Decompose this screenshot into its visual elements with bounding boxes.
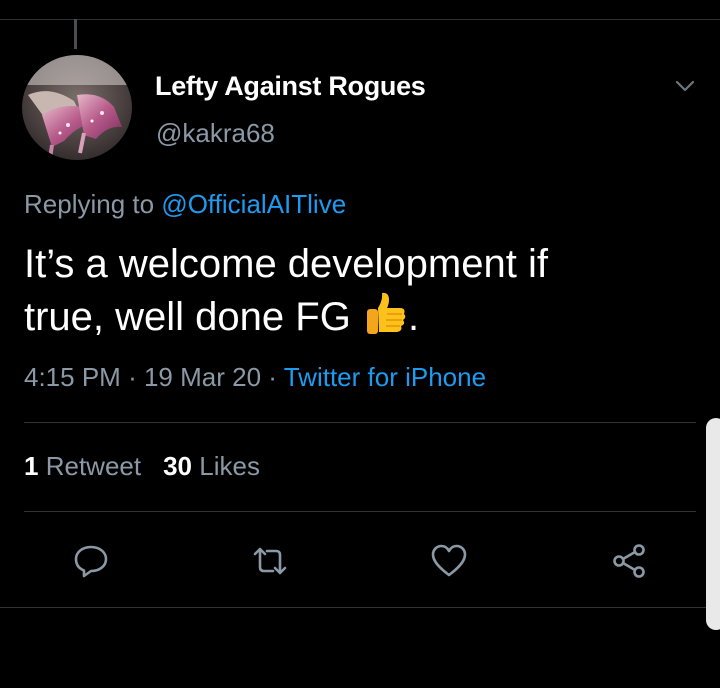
retweet-label: Retweet	[45, 451, 142, 481]
tweet-date[interactable]: 19 Mar 20	[144, 362, 261, 392]
scrollbar-thumb[interactable]	[706, 418, 720, 630]
likes-stat[interactable]: 30 Likes	[163, 451, 260, 481]
tweet-text-segment: true, well done FG	[24, 295, 351, 339]
share-icon	[613, 544, 645, 578]
retweet-count: 1	[24, 451, 39, 481]
avatar-image	[22, 55, 132, 160]
engagement-stats: 1 Retweet 30 Likes	[24, 451, 260, 482]
tweet-text: It’s a welcome development if true, well…	[24, 238, 684, 343]
divider	[0, 607, 720, 608]
thread-connector-line	[74, 19, 77, 49]
reply-button[interactable]	[71, 541, 111, 581]
like-button[interactable]	[429, 541, 469, 581]
top-divider	[0, 19, 720, 20]
author-display-name[interactable]: Lefty Against Rogues	[155, 71, 426, 102]
heart-icon	[431, 544, 467, 577]
reply-icon	[74, 545, 108, 578]
tweet-metadata: 4:15 PM · 19 Mar 20 · Twitter for iPhone	[24, 362, 486, 393]
author-handle[interactable]: @kakra68	[156, 118, 275, 149]
thumbs-up-icon	[366, 292, 406, 334]
retweets-stat[interactable]: 1 Retweet	[24, 451, 141, 481]
tweet-time[interactable]: 4:15 PM	[24, 362, 121, 392]
divider	[24, 422, 696, 423]
chevron-down-icon	[675, 80, 695, 92]
tweet-text-line: It’s a welcome development if	[24, 242, 548, 286]
like-label: Likes	[199, 451, 260, 481]
replying-to-mention[interactable]: @OfficialAITlive	[161, 189, 346, 219]
retweet-icon	[253, 547, 287, 575]
like-count: 30	[163, 451, 193, 481]
meta-separator: ·	[128, 362, 137, 392]
tweet-text-punctuation: .	[407, 295, 420, 339]
avatar[interactable]	[22, 55, 132, 160]
meta-separator: ·	[268, 362, 277, 392]
divider	[24, 511, 696, 512]
tweet-menu-button[interactable]	[672, 73, 698, 99]
tweet-source-link[interactable]: Twitter for iPhone	[284, 362, 486, 392]
retweet-button[interactable]	[250, 541, 290, 581]
share-button[interactable]	[609, 541, 649, 581]
tweet-text-line: true, well done FG .	[24, 290, 684, 343]
replying-to-label: Replying to	[24, 189, 155, 219]
replying-to-line: Replying to @OfficialAITlive	[24, 189, 346, 220]
